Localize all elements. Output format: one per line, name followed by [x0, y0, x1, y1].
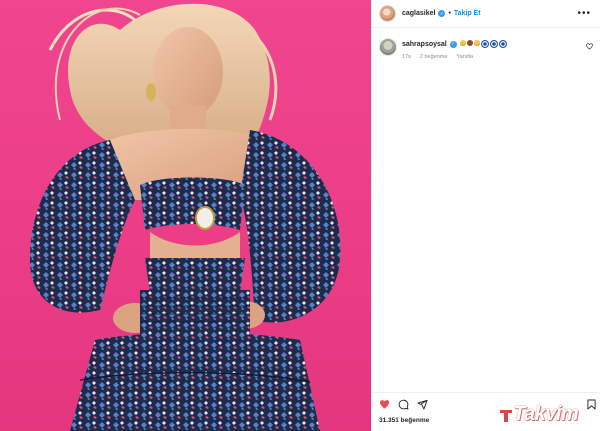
- comment-item: sahrapsoysal ✓ 17s 2 beğenme Yanıtla: [372, 36, 600, 66]
- comment-emojis: [459, 40, 507, 48]
- follow-button[interactable]: Takip Et: [454, 10, 481, 17]
- verified-icon: ✓: [438, 10, 446, 17]
- comment-likes[interactable]: 2 beğenme: [420, 54, 448, 60]
- comment-time: 17s: [402, 54, 411, 60]
- more-icon[interactable]: •••: [577, 8, 591, 19]
- likes-count[interactable]: 31.351 beğenme: [379, 417, 429, 424]
- comment-icon[interactable]: [398, 399, 409, 410]
- commenter-username[interactable]: sahrapsoysal: [402, 41, 447, 48]
- reply-button[interactable]: Yanıtla: [456, 54, 473, 60]
- evil-eye-emoji-icon: [498, 40, 507, 48]
- watermark-text: Takvim: [513, 403, 579, 425]
- evil-eye-emoji-icon: [489, 40, 498, 48]
- evil-eye-emoji-icon: [480, 40, 489, 48]
- takvim-logo-icon: [500, 410, 512, 422]
- commenter-avatar[interactable]: [379, 38, 397, 56]
- heart-filled-icon[interactable]: [379, 399, 390, 410]
- post-sidebar: caglasikel ✓ • Takip Et ••• sahrapsoysal…: [371, 0, 600, 431]
- cake-emoji-icon: [466, 40, 473, 46]
- separator-dot: •: [448, 10, 451, 17]
- comment-like-icon[interactable]: [586, 43, 593, 50]
- post-header: caglasikel ✓ • Takip Et •••: [372, 0, 600, 28]
- takvim-watermark: Takvim: [497, 400, 595, 430]
- verified-icon: ✓: [449, 40, 457, 48]
- laughing-emoji-icon: [459, 40, 466, 46]
- comment-meta: 17s 2 beğenme Yanıtla: [402, 54, 473, 60]
- post-photo[interactable]: [0, 0, 371, 431]
- laughing-emoji-icon: [473, 40, 480, 46]
- author-avatar[interactable]: [379, 5, 396, 22]
- author-username[interactable]: caglasikel: [402, 10, 435, 17]
- photo-illustration: [30, 3, 341, 431]
- share-icon[interactable]: [417, 399, 428, 410]
